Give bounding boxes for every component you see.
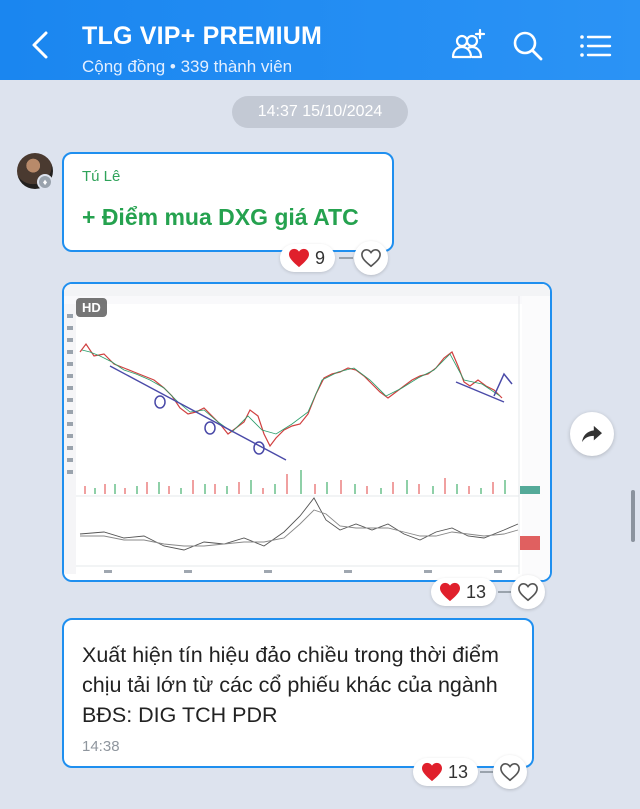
hd-badge: HD bbox=[76, 298, 107, 317]
stock-chart-image bbox=[64, 284, 550, 580]
like-button[interactable] bbox=[493, 755, 527, 789]
back-arrow-icon[interactable] bbox=[24, 28, 58, 62]
like-button[interactable] bbox=[511, 575, 545, 609]
group-title[interactable]: TLG VIP+ PREMIUM bbox=[82, 22, 322, 51]
reaction-summary[interactable]: 9 bbox=[280, 244, 336, 272]
scrollbar-thumb[interactable] bbox=[631, 490, 635, 542]
reaction-count: 13 bbox=[466, 581, 487, 602]
chat-header: TLG VIP+ PREMIUM Cộng đồng • 339 thành v… bbox=[0, 0, 640, 80]
group-subtitle: Cộng đồng • 339 thành viên bbox=[82, 57, 293, 76]
reaction-count: 13 bbox=[448, 761, 469, 782]
message-text: + Điểm mua DXG giá ATC bbox=[82, 204, 359, 230]
heart-reaction-icon bbox=[289, 248, 309, 268]
member-badge-icon: ♦ bbox=[37, 174, 53, 190]
reaction-summary[interactable]: 13 bbox=[431, 578, 497, 606]
chart-image-message[interactable]: HD bbox=[62, 282, 552, 582]
reaction-connector bbox=[498, 591, 512, 593]
share-button[interactable] bbox=[570, 412, 614, 456]
heart-outline-icon bbox=[500, 762, 520, 782]
message-bubble-buy-point[interactable]: Tú Lê + Điểm mua DXG giá ATC bbox=[62, 152, 394, 252]
message-bubble-analysis[interactable]: Xuất hiện tín hiệu đảo chiều trong thời … bbox=[62, 618, 534, 768]
reaction-connector bbox=[339, 257, 353, 259]
heart-outline-icon bbox=[518, 582, 538, 602]
like-button[interactable] bbox=[354, 241, 388, 275]
date-separator: 14:37 15/10/2024 bbox=[232, 96, 408, 128]
heart-reaction-icon bbox=[422, 762, 442, 782]
message-time: 14:38 bbox=[82, 738, 120, 755]
share-arrow-icon bbox=[582, 425, 602, 443]
reaction-summary[interactable]: 13 bbox=[413, 758, 479, 786]
search-icon[interactable] bbox=[508, 26, 548, 66]
heart-reaction-icon bbox=[440, 582, 460, 602]
sender-name[interactable]: Tú Lê bbox=[82, 168, 120, 185]
message-text: Xuất hiện tín hiệu đảo chiều trong thời … bbox=[82, 643, 499, 727]
reaction-connector bbox=[480, 771, 494, 773]
menu-list-icon[interactable] bbox=[576, 26, 616, 66]
heart-outline-icon bbox=[361, 248, 381, 268]
group-add-icon[interactable] bbox=[448, 26, 488, 66]
reaction-count: 9 bbox=[315, 247, 326, 268]
